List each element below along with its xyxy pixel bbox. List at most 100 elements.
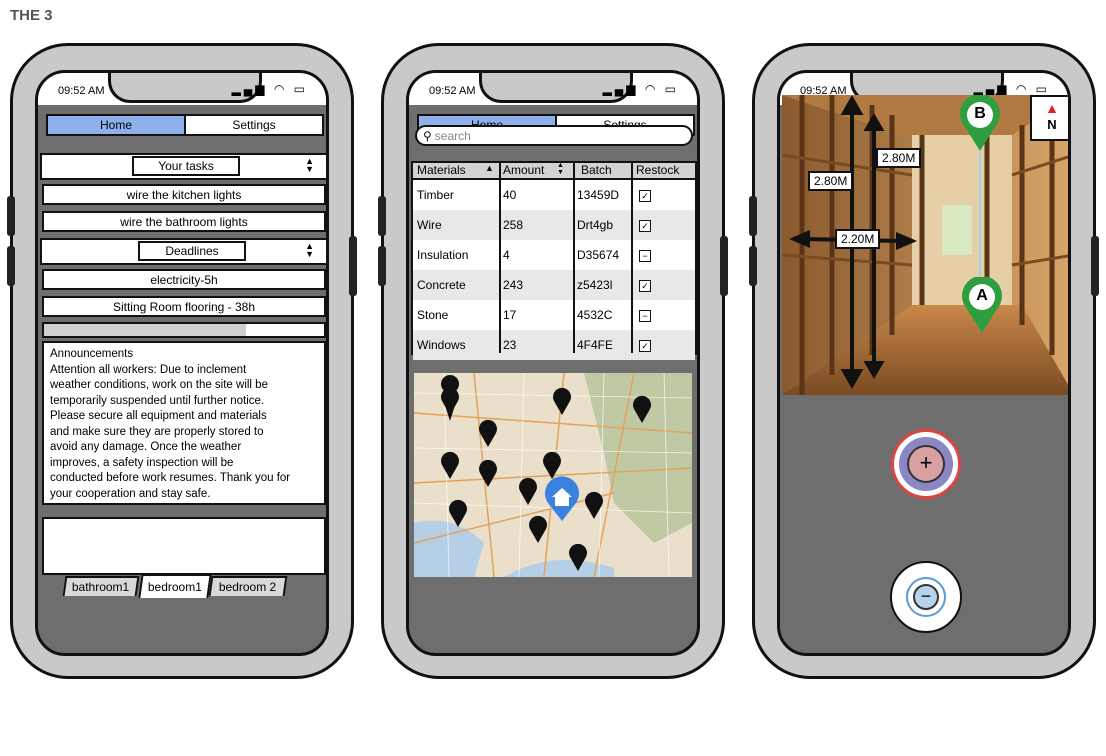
phone-screen: 09:52 AM ▂▄▆ ◠ ▭ Home Settings ⚲ search … (406, 70, 700, 656)
table-row[interactable]: Stone 17 4532C − (413, 300, 695, 330)
cell-amount: 23 (503, 338, 517, 352)
deadline-item[interactable]: electricity-5h (42, 269, 326, 290)
marker-a-label: A (976, 287, 988, 304)
status-time: 09:52 AM (429, 85, 476, 97)
search-placeholder: search (434, 128, 471, 143)
deadline-item[interactable]: Sitting Room flooring - 38h (42, 296, 326, 317)
restock-checkbox[interactable]: − (639, 250, 651, 262)
announcements-title: Announcements (50, 348, 134, 360)
construction-photo (782, 95, 1068, 395)
marker-b-pin[interactable]: B (959, 95, 1001, 153)
map-pin-icon[interactable] (529, 515, 547, 543)
restock-checkbox[interactable]: − (639, 310, 651, 322)
tasks-dropdown-label: Your tasks (132, 156, 240, 176)
cell-material: Concrete (417, 278, 466, 292)
home-pin-icon[interactable] (545, 476, 579, 521)
table-row[interactable]: Windows 23 4F4FE ✓ (413, 330, 695, 360)
progress-fill (44, 324, 246, 336)
column-header-restock[interactable]: Restock (636, 163, 679, 177)
marker-b-label: B (974, 105, 986, 122)
table-row[interactable]: Timber 40 13459D ✓ (413, 180, 695, 210)
search-icon: ⚲ (423, 128, 432, 143)
dropdown-arrows-icon: ▲ ▼ (305, 156, 314, 174)
map-pin-icon[interactable] (553, 387, 571, 415)
room-tab-bathroom1[interactable]: bathroom1 (62, 576, 140, 596)
phone-frame-tasks: 09:52 AM ▂▄▆ ◠ ▭ Home Settings Your task… (7, 43, 357, 679)
cell-material: Stone (417, 308, 449, 322)
tab-home[interactable]: Home (48, 116, 186, 134)
camera-view[interactable]: 2.80M 2.80M 2.20M B A ▲ N (782, 95, 1068, 395)
cell-batch: 4F4FE (577, 338, 614, 352)
cell-material: Timber (417, 188, 454, 202)
table-row[interactable]: Wire 258 Drt4gb ✓ (413, 210, 695, 240)
announcement-line: conducted before work resumes. Thank you… (50, 472, 291, 484)
minus-icon: − (913, 584, 939, 610)
map-pins (441, 387, 651, 571)
cell-amount: 258 (503, 218, 524, 232)
phone-frame-materials: 09:52 AM ▂▄▆ ◠ ▭ Home Settings ⚲ search … (378, 43, 728, 679)
search-input[interactable]: ⚲ search (415, 125, 693, 146)
cell-batch: Drt4gb (577, 218, 614, 232)
deadlines-dropdown-label: Deadlines (138, 241, 246, 261)
map-pin-icon[interactable] (479, 419, 497, 447)
add-point-button[interactable]: + (891, 429, 961, 499)
cell-batch: D35674 (577, 248, 620, 262)
column-header-batch[interactable]: Batch (581, 163, 612, 177)
map-pin-icon[interactable] (633, 395, 651, 423)
measurement-label: 2.80M (808, 171, 854, 191)
phone-frame-measure: 09:52 AM ▂▄▆ ◠ ▭ 2.80M 2.80M 2.20M B A ▲… (749, 43, 1099, 679)
cell-amount: 243 (503, 278, 524, 292)
remove-point-button[interactable]: − (890, 561, 962, 633)
room-tab-bedroom1[interactable]: bedroom1 (138, 574, 212, 598)
column-header-amount[interactable]: Amount (503, 163, 544, 177)
progress-bar (42, 322, 326, 338)
cell-batch: z5423l (577, 278, 613, 292)
deadlines-dropdown[interactable]: Deadlines ▲ ▼ (40, 238, 326, 265)
signal-wifi-battery-icon: ▂▄▆ ◠ ▭ (973, 82, 1050, 96)
restock-checkbox[interactable]: ✓ (639, 190, 651, 202)
cell-material: Windows (417, 338, 466, 352)
cell-batch: 4532C (577, 308, 613, 322)
task-item[interactable]: wire the bathroom lights (42, 211, 326, 232)
announcement-line: improves, a safety inspection will be (50, 456, 234, 469)
dropdown-arrows-icon: ▲ ▼ (305, 241, 314, 259)
map-pin-icon[interactable] (449, 499, 467, 527)
announcement-line: your cooperation and stay safe. (50, 487, 211, 500)
map-pin-icon[interactable] (543, 451, 561, 479)
status-time: 09:52 AM (58, 85, 105, 97)
materials-table: Materials ▲ Amount ▲ ▼ Batch Restock Timb… (411, 161, 697, 360)
room-tab-bedroom2[interactable]: bedroom 2 (208, 576, 288, 596)
cell-batch: 13459D (577, 188, 620, 202)
restock-checkbox[interactable]: ✓ (639, 340, 651, 352)
announcement-line: temporarily suspended until further noti… (50, 394, 265, 407)
map-pin-icon[interactable] (519, 477, 537, 505)
map-pin-icon[interactable] (441, 387, 459, 415)
room-content-panel (42, 517, 326, 575)
sort-up-icon[interactable]: ▲ (485, 163, 494, 173)
table-row[interactable]: Insulation 4 D35674 − (413, 240, 695, 270)
map-pin-icon[interactable] (479, 459, 497, 487)
phone-screen: 09:52 AM ▂▄▆ ◠ ▭ 2.80M 2.80M 2.20M B A ▲… (777, 70, 1071, 656)
cell-material: Wire (417, 218, 442, 232)
sort-arrows-icon[interactable]: ▲ ▼ (557, 162, 564, 176)
marker-a-pin[interactable]: A (961, 275, 1003, 335)
tasks-dropdown[interactable]: Your tasks ▲ ▼ (40, 153, 326, 180)
announcement-line: avoid any damage. Once the weather (50, 441, 242, 453)
site-map[interactable] (414, 373, 692, 577)
compass-widget[interactable]: ▲ N (1030, 95, 1068, 141)
restock-checkbox[interactable]: ✓ (639, 280, 651, 292)
map-pin-icon[interactable] (441, 451, 459, 479)
cell-amount: 40 (503, 188, 517, 202)
compass-arrow-icon: ▲ (1045, 100, 1059, 116)
map-pin-icon[interactable] (585, 491, 603, 519)
announcements-panel: Announcements Attention all workers: Due… (42, 341, 326, 505)
task-item[interactable]: wire the kitchen lights (42, 184, 326, 205)
cell-amount: 17 (503, 308, 517, 322)
map-pin-icon[interactable] (569, 543, 587, 571)
tab-settings[interactable]: Settings (186, 116, 322, 134)
phone-screen: 09:52 AM ▂▄▆ ◠ ▭ Home Settings Your task… (35, 70, 329, 656)
table-row[interactable]: Concrete 243 z5423l ✓ (413, 270, 695, 300)
restock-checkbox[interactable]: ✓ (639, 220, 651, 232)
nav-tabs: Home Settings (46, 114, 324, 136)
column-header-materials[interactable]: Materials (417, 163, 466, 177)
